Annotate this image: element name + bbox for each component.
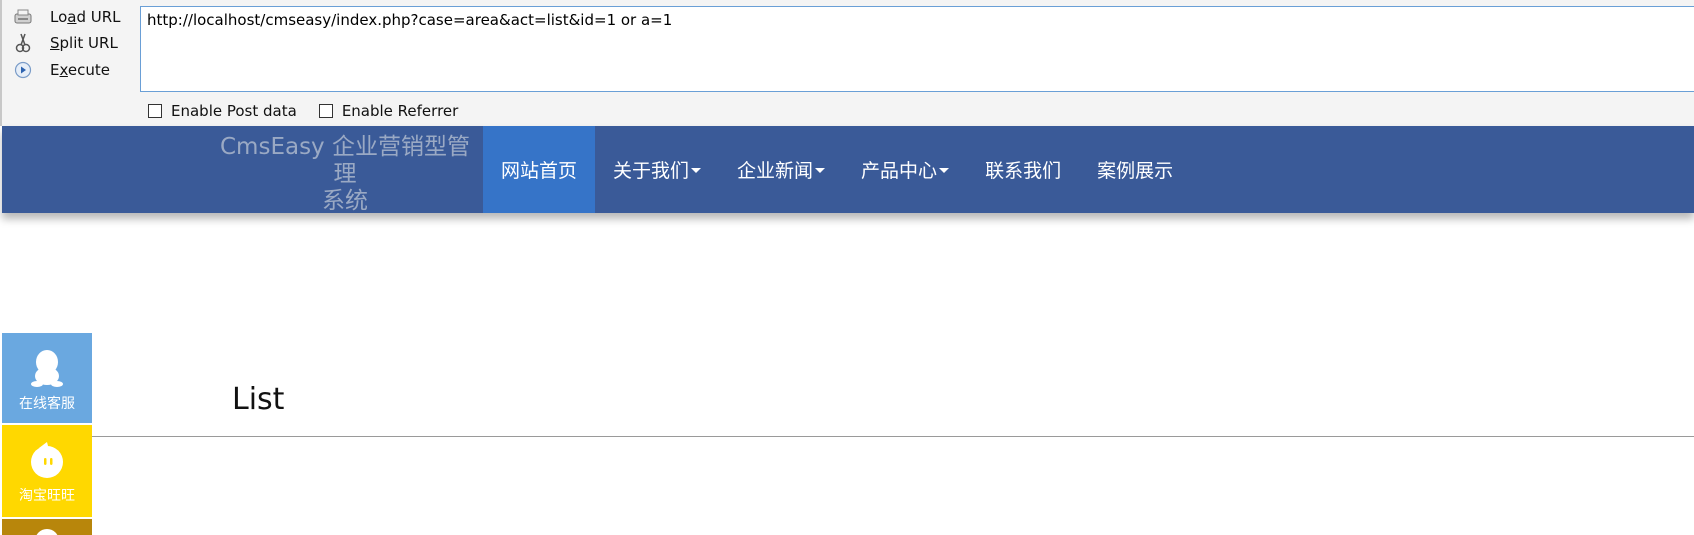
wangwang-label: 淘宝旺旺 [19,488,75,504]
url-textarea[interactable]: http://localhost/cmseasy/index.php?case=… [140,6,1694,92]
execute-button[interactable]: Execute [10,57,135,83]
qq-icon [29,347,65,389]
nav-item-home[interactable]: 网站首页 [483,126,596,213]
nav-item-label: 产品中心 [861,160,938,182]
execute-label: Execute [50,61,110,79]
site-brand[interactable]: CmsEasy 企业营销型管理 系统 [214,134,476,215]
wangwang-icon [27,439,67,481]
brand-line-2: 系统 [322,188,368,214]
caret-down-icon [939,168,950,173]
nav-item-label: 企业新闻 [737,160,814,182]
enable-referrer-label: Enable Referrer [341,102,459,120]
online-service-button[interactable]: 在线客服 [2,333,92,423]
execute-icon [12,59,34,81]
nav-item-products[interactable]: 产品中心 [843,126,967,213]
browser-viewport: Load URL Split URL Execute http://localh… [0,0,1694,535]
enable-post-data-checkbox[interactable] [148,104,162,118]
nav-item-news[interactable]: 企业新闻 [719,126,843,213]
load-url-button[interactable]: Load URL [10,4,135,30]
enable-post-data-option[interactable]: Enable Post data [148,102,297,120]
hackbar-options: Enable Post data Enable Referrer [148,100,480,122]
nav-item-contact[interactable]: 联系我们 [967,126,1079,213]
split-url-label: Split URL [50,34,118,52]
enable-referrer-option[interactable]: Enable Referrer [318,102,459,120]
split-url-button[interactable]: Split URL [10,30,135,56]
load-url-label: Load URL [50,8,121,26]
enable-post-data-label: Enable Post data [171,102,297,120]
nav-item-about[interactable]: 关于我们 [595,126,719,213]
site-navbar: CmsEasy 企业营销型管理 系统 网站首页 关于我们 企业新闻 产品中心 联… [2,126,1694,215]
nav-item-label: 联系我们 [985,160,1062,182]
load-url-icon [12,6,34,28]
hackbar-panel: Load URL Split URL Execute http://localh… [0,0,1694,126]
sidebar-item-3[interactable] [2,519,92,535]
nav-menu: 网站首页 关于我们 企业新闻 产品中心 联系我们 案例展示 [483,126,1191,213]
nav-item-label: 案例展示 [1097,160,1174,182]
caret-down-icon [691,168,702,173]
title-divider [2,436,1694,437]
nav-item-cases[interactable]: 案例展示 [1079,126,1191,213]
nav-item-label: 关于我们 [613,160,690,182]
caret-down-icon [815,168,826,173]
enable-referrer-checkbox[interactable] [318,104,333,118]
page-title: List [232,382,285,417]
nav-item-label: 网站首页 [501,160,578,182]
brand-line-1: CmsEasy 企业营销型管理 [220,134,470,187]
wangwang-button[interactable]: 淘宝旺旺 [2,425,92,517]
contact-icon [32,525,62,535]
online-service-label: 在线客服 [19,396,75,412]
split-url-icon [12,32,34,54]
